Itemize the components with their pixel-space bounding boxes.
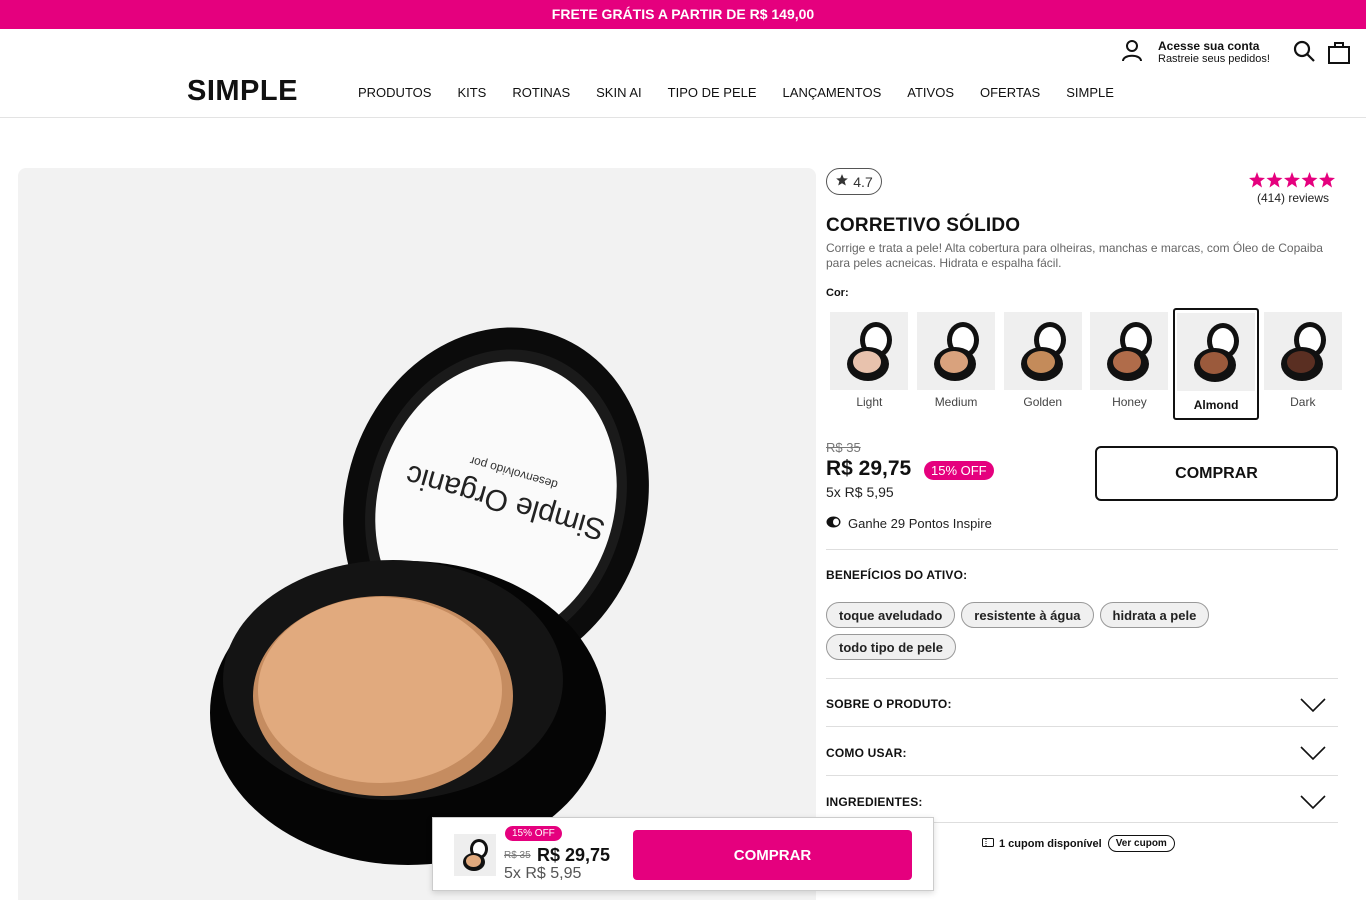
account-title: Acesse sua conta xyxy=(1158,38,1260,53)
nav-item-tipo-de-pele[interactable]: TIPO DE PELE xyxy=(668,85,757,100)
coupon-text: 1 cupom disponível xyxy=(999,837,1102,850)
points-icon xyxy=(826,516,841,531)
search-icon[interactable] xyxy=(1292,39,1316,68)
shade-thumbnail xyxy=(830,312,909,390)
shade-thumbnail xyxy=(1177,313,1256,391)
benefits-title: BENEFÍCIOS DO ATIVO: xyxy=(826,568,968,582)
user-icon xyxy=(1120,38,1144,67)
product-image[interactable]: Simple Organic desenvolvido por xyxy=(18,168,816,900)
shade-label: Light xyxy=(856,395,883,409)
site-logo[interactable]: SIMPLE xyxy=(187,75,298,108)
star-icon xyxy=(835,173,849,190)
chevron-down-icon[interactable] xyxy=(1300,745,1326,766)
shade-option-dark[interactable]: Dark xyxy=(1259,308,1346,420)
sticky-price: R$ 29,75 xyxy=(537,845,611,865)
points-info: Ganhe 29 Pontos Inspire xyxy=(826,516,992,531)
benefit-chip: resistente à água xyxy=(961,602,1094,628)
divider xyxy=(826,549,1338,550)
benefit-chip: toque aveludado xyxy=(826,602,956,628)
installments: 5x R$ 5,95 xyxy=(826,484,894,500)
nav-item-simple[interactable]: SIMPLE xyxy=(1066,85,1114,100)
rating-badge: 4.7 xyxy=(826,168,882,195)
shade-option-honey[interactable]: Honey xyxy=(1086,308,1173,420)
shade-label: Medium xyxy=(934,395,978,409)
sticky-installments: 5x R$ 5,95 xyxy=(504,865,582,882)
color-label: Cor: xyxy=(826,287,849,299)
bag-icon[interactable] xyxy=(1327,39,1351,70)
shade-option-almond[interactable]: Almond xyxy=(1172,308,1260,420)
shade-label: Almond xyxy=(1193,398,1239,412)
shade-selector: Light Medium Golden Honey Almond Dark xyxy=(826,308,1346,420)
shade-label: Golden xyxy=(1023,395,1063,409)
divider xyxy=(826,678,1338,679)
sticky-buy-bar: 15% OFF R$ 35 R$ 29,75 5x R$ 5,95 COMPRA… xyxy=(432,817,934,891)
nav-item-ativos[interactable]: ATIVOS xyxy=(907,85,954,100)
sticky-buy-button[interactable]: COMPRAR xyxy=(633,830,912,880)
nav-item-skin-ai[interactable]: SKIN AI xyxy=(596,85,642,100)
points-text: Ganhe 29 Pontos Inspire xyxy=(848,516,992,531)
star-rating[interactable] xyxy=(1249,172,1335,193)
accordion-como-usar[interactable]: COMO USAR: xyxy=(826,746,907,760)
account-link[interactable]: Acesse sua conta Rastreie seus pedidos! xyxy=(1120,38,1270,67)
coupon-info: 1 cupom disponível Ver cupom xyxy=(982,835,1175,852)
shade-label: Honey xyxy=(1112,395,1147,409)
current-price: R$ 29,75 xyxy=(826,457,912,480)
sticky-old-price: R$ 35 xyxy=(504,850,531,861)
nav-item-rotinas[interactable]: ROTINAS xyxy=(512,85,570,100)
rating-value: 4.7 xyxy=(853,173,873,190)
discount-badge: 15% OFF xyxy=(924,461,994,480)
sticky-product-thumbnail xyxy=(454,834,496,876)
nav-item-produtos[interactable]: PRODUTOS xyxy=(358,85,431,100)
ticket-icon xyxy=(982,837,994,850)
nav-item-lancamentos[interactable]: LANÇAMENTOS xyxy=(783,85,882,100)
shade-thumbnail xyxy=(1003,312,1082,390)
nav-item-ofertas[interactable]: OFERTAS xyxy=(980,85,1040,100)
announcement-bar: FRETE GRÁTIS A PARTIR DE R$ 149,00 xyxy=(0,0,1366,29)
reviews-count[interactable]: (414) reviews xyxy=(1257,191,1329,205)
shade-option-golden[interactable]: Golden xyxy=(999,308,1086,420)
sticky-discount-badge: 15% OFF xyxy=(505,826,562,841)
site-header: SIMPLE PRODUTOS KITS ROTINAS SKIN AI TIP… xyxy=(0,29,1366,118)
divider xyxy=(826,726,1338,727)
benefit-chip: hidrata a pele xyxy=(1099,602,1210,628)
chevron-down-icon[interactable] xyxy=(1300,697,1326,718)
benefits-list: toque aveludado resistente à água hidrat… xyxy=(826,602,1226,666)
product-title: CORRETIVO SÓLIDO xyxy=(826,215,1021,236)
chevron-down-icon[interactable] xyxy=(1300,794,1326,815)
main-nav: PRODUTOS KITS ROTINAS SKIN AI TIPO DE PE… xyxy=(358,85,1140,100)
account-subtitle: Rastreie seus pedidos! xyxy=(1158,52,1270,65)
benefit-chip: todo tipo de pele xyxy=(826,634,956,660)
shade-thumbnail xyxy=(917,312,996,390)
product-description: Corrige e trata a pele! Alta cobertura p… xyxy=(826,241,1323,270)
divider xyxy=(826,775,1338,776)
view-coupon-button[interactable]: Ver cupom xyxy=(1107,835,1175,852)
shade-option-medium[interactable]: Medium xyxy=(913,308,1000,420)
old-price: R$ 35 xyxy=(826,440,861,455)
shade-label: Dark xyxy=(1290,395,1316,409)
accordion-ingredientes[interactable]: INGREDIENTES: xyxy=(826,795,923,809)
nav-item-kits[interactable]: KITS xyxy=(457,85,486,100)
accordion-sobre-produto[interactable]: SOBRE O PRODUTO: xyxy=(826,697,952,711)
shade-thumbnail xyxy=(1263,312,1342,390)
shade-thumbnail xyxy=(1090,312,1169,390)
buy-button[interactable]: COMPRAR xyxy=(1095,446,1338,501)
shade-option-light[interactable]: Light xyxy=(826,308,913,420)
